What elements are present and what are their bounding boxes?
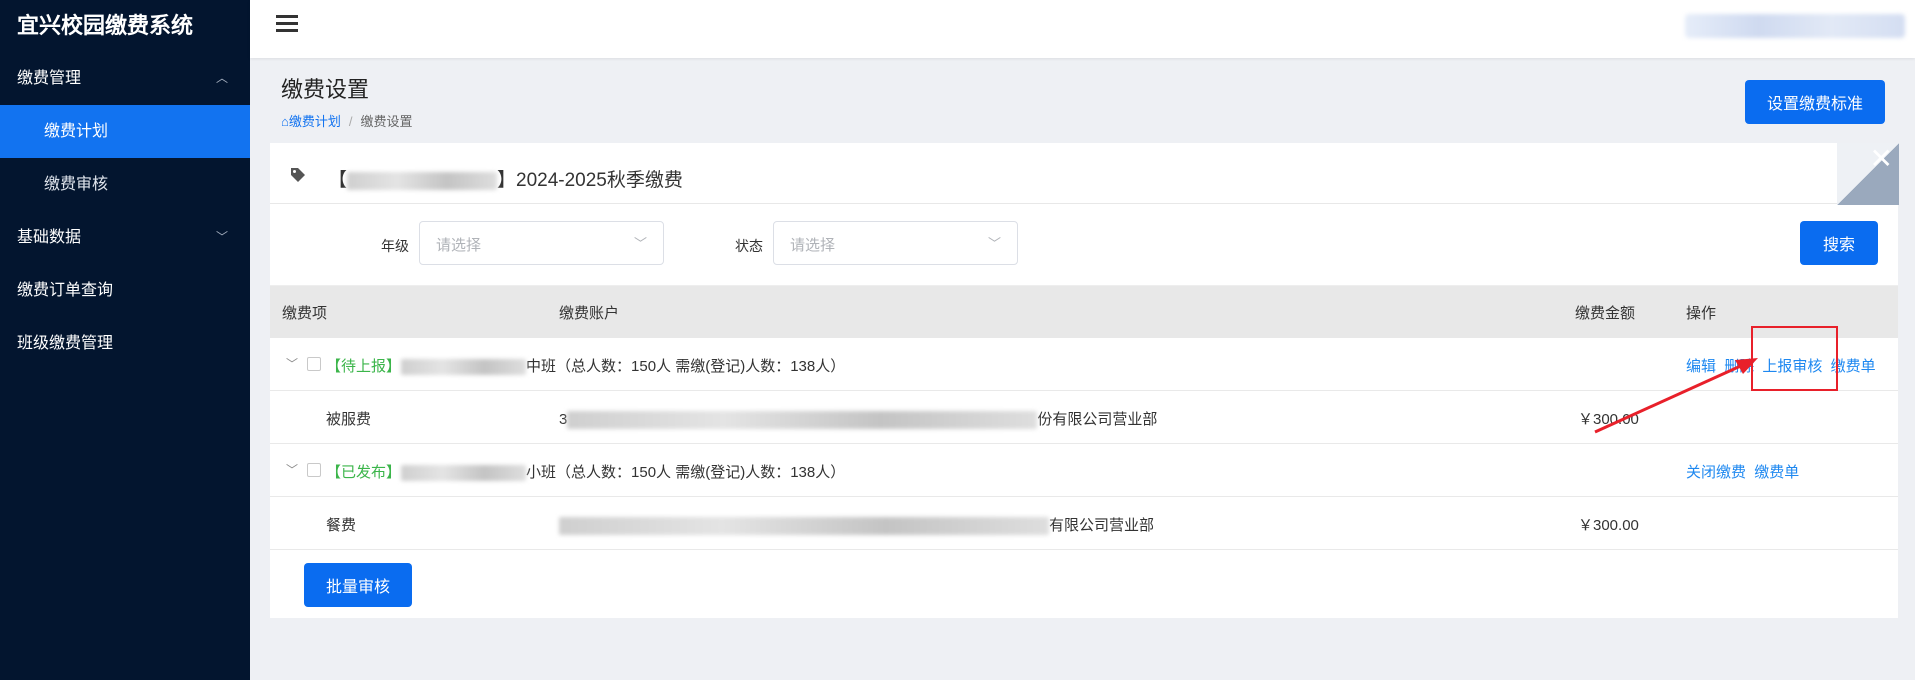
chevron-up-icon: ︿ (215, 71, 228, 85)
row-checkbox[interactable] (307, 463, 321, 477)
sidebar-item-order-query[interactable]: 缴费订单查询 (0, 264, 250, 317)
sidebar-item-class-payment[interactable]: 班级缴费管理 (0, 317, 250, 370)
chevron-down-icon[interactable]: ﹀ (286, 355, 298, 372)
breadcrumb-separator: / (348, 114, 353, 129)
redacted-class-name (401, 465, 527, 482)
column-amount: 缴费金额 (1575, 305, 1636, 322)
item-name: 被服费 (326, 411, 372, 428)
home-icon: ⌂ (281, 114, 289, 129)
sidebar-item-payment-management[interactable]: 缴费管理 ︿ (0, 52, 250, 105)
table-row: 被服费 3 份有限公司营业部 ￥300.00 (270, 391, 1898, 444)
edit-link[interactable]: 编辑 (1686, 358, 1716, 375)
status-badge: 【待上报】 (326, 358, 402, 375)
column-item: 缴费项 (282, 305, 328, 322)
top-bar (250, 0, 1915, 58)
close-icon: ✕ (1869, 143, 1893, 174)
redacted-account (567, 411, 1038, 430)
app-title: 宜兴校园缴费系统 (17, 13, 194, 38)
group-label: 【待上报】 中班（总人数：150人 需缴(登记)人数：138人） (326, 358, 846, 376)
table-row-group: ﹀ 【待上报】 中班（总人数：150人 需缴(登记)人数：138人） 编辑 删除 … (270, 338, 1898, 391)
status-select[interactable]: 请选择 ﹀ (773, 221, 1018, 265)
table-header: 缴费项 缴费账户 缴费金额 操作 (270, 286, 1898, 338)
card-header: 【】2024-2025秋季缴费 ✕ (270, 143, 1899, 205)
menu-toggle-icon[interactable] (276, 15, 298, 37)
sidebar-item-label: 缴费订单查询 (17, 282, 114, 299)
table-row-group: ﹀ 【已发布】 小班（总人数：150人 需缴(登记)人数：138人） 关闭缴费 缴… (270, 444, 1898, 497)
sidebar-item-label: 缴费审核 (44, 176, 109, 193)
chevron-down-icon[interactable]: ﹀ (286, 461, 298, 478)
tag-icon (291, 168, 305, 182)
sidebar-item-label: 基础数据 (17, 229, 82, 246)
sidebar-item-payment-plan[interactable]: 缴费计划 (0, 105, 250, 158)
sidebar-item-label: 缴费计划 (44, 123, 109, 140)
plan-card: 【】2024-2025秋季缴费 ✕ 年级 请选择 ﹀ 状态 请选择 ﹀ 搜索 缴… (270, 143, 1899, 618)
redacted-account (559, 517, 1049, 536)
account-cell: 3 份有限公司营业部 (559, 411, 1158, 430)
status-badge: 【已发布】 (326, 464, 402, 481)
card-title: 【】2024-2025秋季缴费 (328, 170, 683, 191)
delete-link[interactable]: 删除 (1724, 358, 1754, 375)
search-button[interactable]: 搜索 (1800, 221, 1878, 265)
close-button[interactable]: ✕ (1837, 143, 1899, 205)
breadcrumb-home[interactable]: ⌂缴费计划 (281, 114, 341, 129)
batch-review-button[interactable]: 批量审核 (304, 563, 412, 607)
table-row: 餐费 有限公司营业部 ￥300.00 (270, 497, 1898, 550)
row-actions: 关闭缴费 缴费单 (1686, 461, 1799, 482)
bill-link[interactable]: 缴费单 (1754, 464, 1799, 481)
column-actions: 操作 (1686, 305, 1717, 322)
status-placeholder: 请选择 (790, 237, 836, 254)
redacted-class-name (401, 359, 527, 376)
column-account: 缴费账户 (559, 305, 620, 322)
amount-cell: ￥300.00 (1578, 517, 1639, 534)
status-label: 状态 (735, 238, 763, 254)
sidebar-item-label: 班级缴费管理 (17, 335, 114, 352)
row-checkbox[interactable] (307, 357, 321, 371)
sidebar-item-basic-data[interactable]: 基础数据 ﹀ (0, 211, 250, 264)
breadcrumb-current: 缴费设置 (360, 114, 413, 129)
account-cell: 有限公司营业部 (559, 514, 1154, 536)
close-payment-link[interactable]: 关闭缴费 (1686, 464, 1746, 481)
item-name: 餐费 (326, 517, 357, 534)
set-standard-button[interactable]: 设置缴费标准 (1745, 80, 1885, 124)
filter-bar: 年级 请选择 ﹀ 状态 请选择 ﹀ 搜索 (270, 204, 1898, 286)
annotation-highlight-box (1751, 326, 1838, 391)
grade-select[interactable]: 请选择 ﹀ (419, 221, 664, 265)
group-label: 【已发布】 小班（总人数：150人 需缴(登记)人数：138人） (326, 464, 846, 482)
sidebar-item-label: 缴费管理 (17, 70, 82, 87)
grade-label: 年级 (381, 238, 409, 254)
amount-cell: ￥300.00 (1578, 411, 1639, 428)
page-title: 缴费设置 (281, 77, 370, 102)
breadcrumb: ⌂缴费计划 / 缴费设置 (281, 111, 413, 130)
chevron-down-icon: ﹀ (215, 230, 228, 244)
grade-placeholder: 请选择 (436, 237, 482, 254)
redacted-school-name (347, 171, 498, 190)
sidebar-item-payment-review[interactable]: 缴费审核 (0, 158, 250, 211)
chevron-down-icon: ﹀ (987, 236, 1001, 251)
sidebar: 宜兴校园缴费系统 缴费管理 ︿ 缴费计划 缴费审核 基础数据 ﹀ 缴费订单查询 … (0, 0, 250, 680)
user-info-redacted[interactable] (1685, 14, 1905, 38)
chevron-down-icon: ﹀ (633, 236, 647, 251)
